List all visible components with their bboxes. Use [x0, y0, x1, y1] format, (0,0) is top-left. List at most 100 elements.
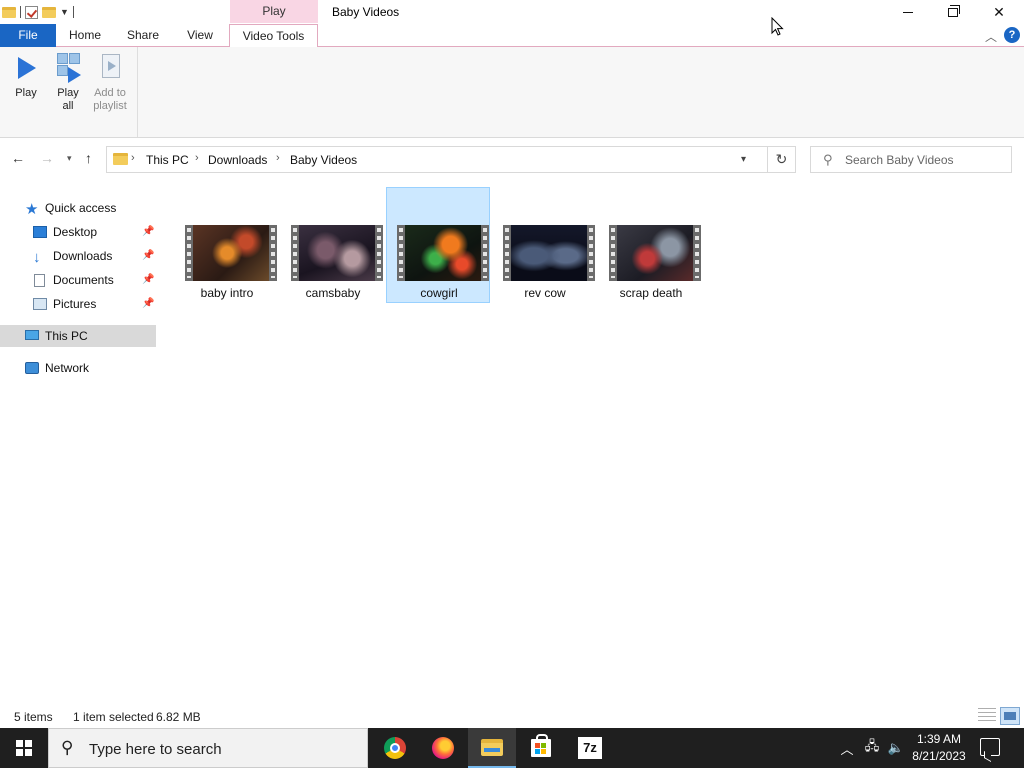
search-box[interactable]: ⚲: [810, 146, 1012, 173]
clock-time: 1:39 AM: [916, 732, 962, 746]
documents-icon: [34, 274, 45, 287]
search-icon: ⚲: [823, 152, 833, 167]
close-icon: ✕: [993, 3, 1005, 20]
show-hidden-icons-button[interactable]: ︿: [836, 728, 858, 768]
clock-date: 8/21/2023: [912, 749, 966, 763]
play-all-label-1: Play: [57, 87, 79, 99]
play-icon: [12, 53, 40, 83]
chevron-right-icon[interactable]: ›: [276, 152, 280, 164]
tab-video-tools[interactable]: Video Tools: [229, 24, 318, 48]
chevron-up-icon: ︿: [840, 741, 854, 757]
pin-icon[interactable]: 📌: [142, 269, 154, 291]
file-item-rev-cow[interactable]: rev cow: [492, 187, 596, 303]
network-tray-icon: 🖧: [864, 738, 880, 753]
breadcrumb-downloads[interactable]: Downloads: [208, 153, 267, 167]
pin-icon[interactable]: 📌: [142, 245, 154, 267]
chevron-right-icon[interactable]: ›: [131, 152, 135, 164]
breadcrumb-baby-videos[interactable]: Baby Videos: [290, 153, 357, 167]
forward-arrow-icon[interactable]: →: [40, 150, 54, 166]
toolbar-separator: [20, 6, 21, 18]
taskbar-chrome[interactable]: [371, 728, 419, 768]
taskbar-store[interactable]: [517, 728, 565, 768]
7zip-icon: 7z: [578, 737, 602, 759]
taskbar-search-box[interactable]: ⚲ Type here to search: [48, 728, 368, 768]
nav-item-desktop[interactable]: Desktop 📌: [0, 221, 156, 243]
close-button[interactable]: ✕: [976, 0, 1022, 24]
nav-quick-access-label: Quick access: [45, 201, 117, 215]
address-bar[interactable]: › This PC › Downloads › Baby Videos: [106, 146, 768, 173]
nav-item-label: Documents: [53, 273, 114, 287]
file-item-scrap-death[interactable]: scrap death: [598, 187, 702, 303]
recent-locations-icon[interactable]: ▾: [67, 153, 72, 164]
file-item-baby-intro[interactable]: baby intro: [174, 187, 278, 303]
start-button[interactable]: [0, 728, 48, 768]
properties-icon[interactable]: [25, 5, 38, 19]
search-input[interactable]: [845, 151, 1005, 169]
taskbar-firefox[interactable]: [419, 728, 467, 768]
play-all-button[interactable]: Play all: [48, 53, 88, 113]
add-to-playlist-button[interactable]: Add to playlist: [88, 53, 132, 113]
nav-item-label: Pictures: [53, 297, 97, 311]
title-bar: ▼ Play Baby Videos ✕: [0, 0, 1024, 24]
help-icon[interactable]: ?: [1004, 27, 1020, 43]
notification-center-icon[interactable]: [980, 738, 1000, 756]
navigation-pane: ★ Quick access Desktop 📌 ↓ Downloads 📌 D…: [0, 180, 160, 700]
breadcrumb-this-pc[interactable]: This PC: [146, 153, 189, 167]
taskbar: ⚲ Type here to search 7z ︿ 🖧 🔈 1:39 AM 8…: [0, 728, 1024, 768]
refresh-button[interactable]: ↻: [768, 146, 796, 173]
pin-icon[interactable]: 📌: [142, 293, 154, 315]
restore-button[interactable]: [930, 0, 976, 24]
minimize-button[interactable]: [885, 0, 931, 24]
nav-item-pictures[interactable]: Pictures 📌: [0, 293, 156, 315]
downloads-icon: ↓: [33, 249, 41, 266]
pictures-icon: [33, 298, 47, 310]
speaker-icon: 🔈: [887, 740, 905, 755]
ribbon-tabs: File Home Share View Video Tools ︿ ?: [0, 24, 1024, 48]
up-arrow-icon[interactable]: ↑: [85, 150, 92, 166]
play-all-icon: [54, 53, 82, 83]
nav-item-label: Downloads: [53, 249, 113, 263]
pin-icon[interactable]: 📌: [142, 221, 154, 243]
tab-view[interactable]: View: [173, 24, 227, 47]
file-name: scrap death: [619, 286, 683, 300]
network-status-button[interactable]: 🖧: [860, 728, 884, 768]
nav-item-label: Desktop: [53, 225, 98, 239]
restore-icon: [948, 4, 960, 17]
large-icons-view-icon[interactable]: [1000, 707, 1020, 725]
volume-button[interactable]: 🔈: [884, 728, 908, 768]
collapse-ribbon-icon[interactable]: ︿: [985, 28, 997, 45]
tab-file[interactable]: File: [0, 24, 56, 47]
play-label: Play: [15, 87, 37, 99]
chevron-right-icon[interactable]: ›: [195, 152, 199, 164]
desktop-icon: [33, 226, 47, 238]
window-title: Baby Videos: [332, 5, 400, 19]
play-all-label-2: all: [62, 100, 74, 112]
customize-toolbar-icon[interactable]: ▼: [60, 7, 69, 17]
nav-item-documents[interactable]: Documents 📌: [0, 269, 156, 291]
tab-share[interactable]: Share: [115, 24, 171, 47]
folder-icon[interactable]: [2, 6, 16, 18]
nav-item-this-pc[interactable]: This PC: [0, 325, 156, 347]
refresh-icon: ↻: [775, 151, 788, 167]
search-icon: ⚲: [61, 738, 74, 757]
tab-home[interactable]: Home: [57, 24, 113, 47]
file-name: camsbaby: [305, 286, 361, 300]
navigation-bar: ← → ▾ ↑ › This PC › Downloads › Baby Vid…: [0, 138, 1024, 180]
file-item-cowgirl[interactable]: cowgirl: [386, 187, 490, 303]
address-dropdown-icon[interactable]: ▾: [741, 154, 746, 165]
taskbar-7zip[interactable]: 7z: [566, 728, 614, 768]
nav-quick-access[interactable]: ★ Quick access: [0, 197, 156, 219]
file-item-camsbaby[interactable]: camsbaby: [280, 187, 384, 303]
add-to-playlist-label-1: Add to: [94, 87, 126, 99]
clock[interactable]: 1:39 AM 8/21/2023: [906, 731, 972, 765]
play-button[interactable]: Play: [6, 53, 46, 100]
nav-item-network[interactable]: Network: [0, 357, 156, 379]
file-name: rev cow: [524, 286, 566, 300]
nav-item-downloads[interactable]: ↓ Downloads 📌: [0, 245, 156, 267]
new-folder-icon[interactable]: [42, 6, 56, 18]
details-view-icon[interactable]: [978, 708, 996, 724]
folder-icon: [113, 153, 128, 165]
quick-access-toolbar: ▼: [0, 0, 74, 24]
back-arrow-icon[interactable]: ←: [11, 150, 25, 166]
taskbar-file-explorer[interactable]: [468, 728, 516, 768]
